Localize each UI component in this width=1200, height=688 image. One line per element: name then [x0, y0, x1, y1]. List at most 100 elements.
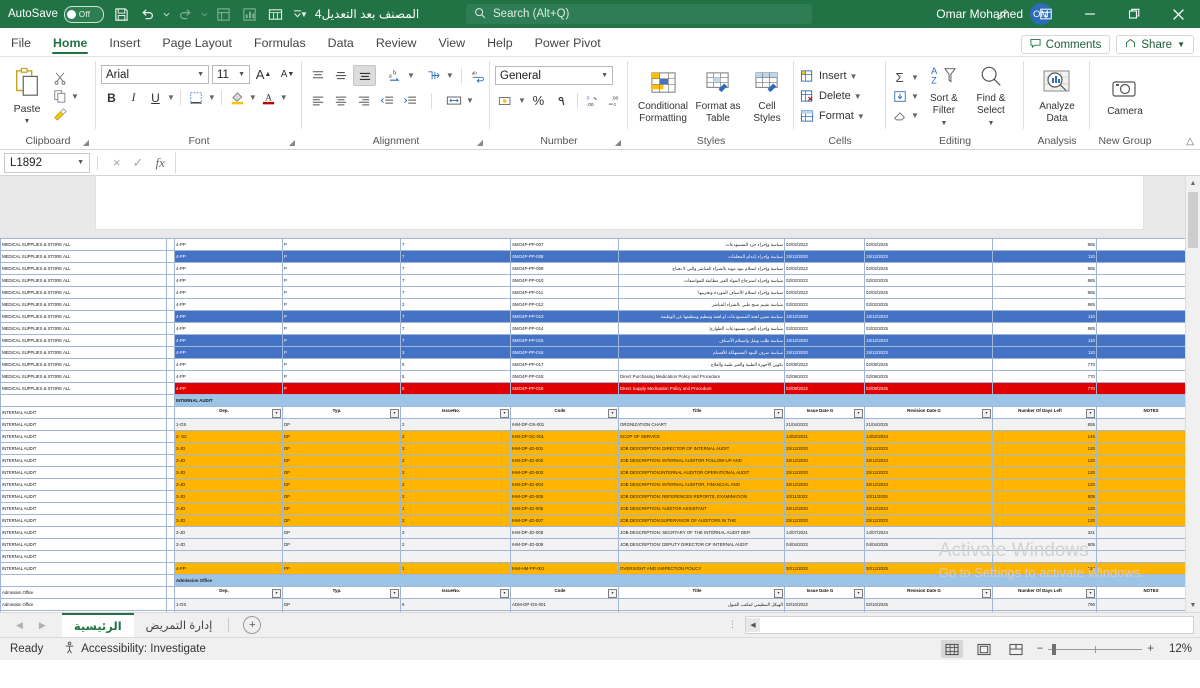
cell-issueno[interactable]: 1 [400, 502, 511, 515]
filter-dropdown-icon[interactable]: ▾ [500, 408, 509, 418]
cell-issueno[interactable]: 2 [400, 526, 511, 539]
cell-issueno[interactable]: 7 [400, 322, 511, 335]
column-header-number-of-days-left[interactable]: ▾ Number Of Days Left [992, 586, 1097, 599]
cell-issue-date[interactable]: 10/11/2022 [784, 490, 865, 503]
cell-revision-date[interactable]: 25/12/2023 [864, 478, 993, 491]
number-format-combo[interactable]: General ▼ [495, 66, 613, 85]
previous-sheet-arrow-icon[interactable]: ◀ [16, 620, 23, 631]
cell-typ[interactable]: DP [282, 490, 401, 503]
column-header-typ[interactable]: ▾ Typ. [282, 406, 401, 419]
filter-dropdown-icon[interactable]: ▾ [982, 408, 991, 418]
zoom-out-button[interactable]: − [1037, 643, 1044, 655]
cell-typ[interactable]: DP [282, 454, 401, 467]
cell-issueno[interactable]: 3 [400, 346, 511, 359]
cell-issue-date[interactable]: 15/12/2020 [784, 334, 865, 347]
alignment-dialog-launcher[interactable]: ◢ [477, 135, 483, 151]
increase-font-size-button[interactable]: A ▲ [253, 65, 274, 84]
cell-revision-date[interactable]: 21/04/2025 [864, 418, 993, 431]
name-box-chevron-down-icon[interactable]: ▼ [77, 159, 84, 166]
tab-data[interactable]: Data [317, 33, 365, 56]
column-header-row[interactable]: Admission Office ▾ Dep. ▾ Typ. ▾ IssueNo. ▾ Code… [0, 586, 1200, 599]
cell-revision-date[interactable]: 02/02/2025 [864, 262, 993, 275]
cell-code[interactable]: SMO4P-PP-017 [510, 358, 619, 371]
data-grid[interactable]: MEDICAL SUPPLIES & STORE ALL 4-PP P 7 SMO4P-… [0, 238, 1200, 612]
autosum-chevron-down-icon[interactable]: ▼ [911, 73, 919, 82]
cell-title[interactable]: SCOP OF SERVICE [618, 430, 785, 443]
column-header-title[interactable]: ▾ Title [618, 406, 785, 419]
align-bottom-button[interactable] [353, 65, 376, 86]
cell-days-left[interactable]: 110 [992, 334, 1097, 347]
cell-issueno[interactable]: 2 [400, 298, 511, 311]
table-row[interactable]: INTERNAL AUDIT 3-JD DP 2 IHM-DP-JD-004 JOB DE… [0, 478, 1200, 491]
column-header-issue-date-g[interactable]: ▾ Issue Date G [784, 406, 865, 419]
camera-button[interactable]: Camera [1099, 74, 1151, 118]
cell-dep[interactable]: 4-PP [174, 274, 283, 287]
cell-days-left[interactable]: 770 [992, 358, 1097, 371]
cell-dep[interactable]: 3-JD [174, 442, 283, 455]
cell-code[interactable]: SMO4P-PP-013 [510, 310, 619, 323]
cell-typ[interactable]: P [282, 346, 401, 359]
format-chevron-down-icon[interactable]: ▼ [857, 112, 865, 121]
table-row[interactable]: MEDICAL SUPPLIES & STORE ALL 4-PP P 7 SMO4P-… [0, 274, 1200, 287]
autosum-button[interactable]: Σ ▼ [891, 70, 919, 85]
cell-days-left[interactable]: 885 [992, 286, 1097, 299]
number-dialog-launcher[interactable]: ◢ [615, 135, 621, 151]
table-row[interactable]: MEDICAL SUPPLIES & STORE ALL 4-PP P 3 SMO4P-… [0, 346, 1200, 359]
cell-typ[interactable]: DP [282, 430, 401, 443]
borders-chevron-down-icon[interactable]: ▼ [208, 93, 216, 102]
document-title-chevron-icon[interactable]: ▼ [300, 10, 308, 19]
cell-issue-date[interactable]: 02/02/2022 [784, 274, 865, 287]
save-icon[interactable] [110, 3, 134, 25]
close-button[interactable] [1156, 0, 1200, 28]
cell-days-left[interactable]: 770 [992, 382, 1097, 395]
cell-issue-date[interactable]: 15/12/2020 [784, 310, 865, 323]
cell-issueno[interactable]: 7 [400, 274, 511, 287]
font-color-chevron-down-icon[interactable]: ▼ [280, 93, 288, 102]
table-icon[interactable] [264, 3, 288, 25]
cell-revision-date[interactable]: 02/10/2025 [864, 598, 993, 611]
add-sheet-button[interactable]: + [243, 616, 262, 634]
cell-days-left[interactable]: 110 [992, 346, 1097, 359]
cell-days-left[interactable]: 120 [992, 502, 1097, 515]
cell-issueno[interactable]: 2 [400, 430, 511, 443]
orientation-button[interactable]: ab [384, 66, 405, 85]
cell-issueno[interactable]: 2 [400, 418, 511, 431]
minimize-button[interactable] [1068, 0, 1112, 28]
tab-home[interactable]: Home [42, 33, 98, 56]
cell-issue-date[interactable]: 14/02/2021 [784, 430, 865, 443]
merge-chevron-down-icon[interactable]: ▼ [466, 96, 474, 105]
column-header-issueno[interactable]: ▾ IssueNo. [400, 406, 511, 419]
cell-title[interactable]: سياسة تقييم منتج طبي بالشراء المباشر [618, 298, 785, 311]
cell-issueno[interactable]: 5 [400, 358, 511, 371]
tab-formulas[interactable]: Formulas [243, 33, 317, 56]
restore-button[interactable] [1112, 0, 1156, 28]
delete-chevron-down-icon[interactable]: ▼ [854, 92, 862, 101]
cell-revision-date[interactable]: 02/08/2025 [864, 358, 993, 371]
percent-style-button[interactable]: % [528, 91, 549, 110]
cell-issueno[interactable]: 7 [400, 238, 511, 251]
cell-revision-date[interactable]: 15/12/2023 [864, 346, 993, 359]
cell-issue-date[interactable]: 02/08/2022 [784, 358, 865, 371]
table-row[interactable]: INTERNAL AUDIT 3-JD DP 2 IHM-DP-JD-008 JOB DE… [0, 526, 1200, 539]
cell-code[interactable]: IHM-DP-SC-001 [510, 430, 619, 443]
column-header-dep[interactable]: ▾ Dep. [174, 406, 283, 419]
cell-title[interactable]: JOB DESCRIPTION: DIRECTOR OF INTERNAL AU… [618, 442, 785, 455]
cell-days-left[interactable]: 805 [992, 490, 1097, 503]
cell-revision-date[interactable]: 02/02/2025 [864, 322, 993, 335]
cell-dep[interactable]: 4-PP [174, 238, 283, 251]
underline-chevron-down-icon[interactable]: ▼ [167, 93, 175, 102]
cell-days-left[interactable]: 885 [992, 274, 1097, 287]
cell-issue-date[interactable]: 25/12/2020 [784, 442, 865, 455]
ribbon-display-options-icon[interactable] [1024, 0, 1068, 28]
cell-dep[interactable]: 4-PP [174, 562, 283, 575]
cell-typ[interactable]: P [282, 382, 401, 395]
cell-days-left[interactable]: 145 [992, 430, 1097, 443]
pen-icon[interactable] [980, 0, 1024, 28]
cell-dep[interactable]: 4-PP [174, 310, 283, 323]
cell-title[interactable]: سياسة وإجراء جرد المستودعات [618, 238, 785, 251]
vertical-scroll-thumb[interactable] [1188, 192, 1198, 248]
cell-issueno[interactable]: 7 [400, 310, 511, 323]
table-row[interactable]: INTERNAL AUDIT 3-JD DP 3 IHM-DP-JD-001 JOB DE… [0, 442, 1200, 455]
next-sheet-arrow-icon[interactable]: ▶ [39, 620, 46, 631]
cell-typ[interactable]: P [282, 310, 401, 323]
